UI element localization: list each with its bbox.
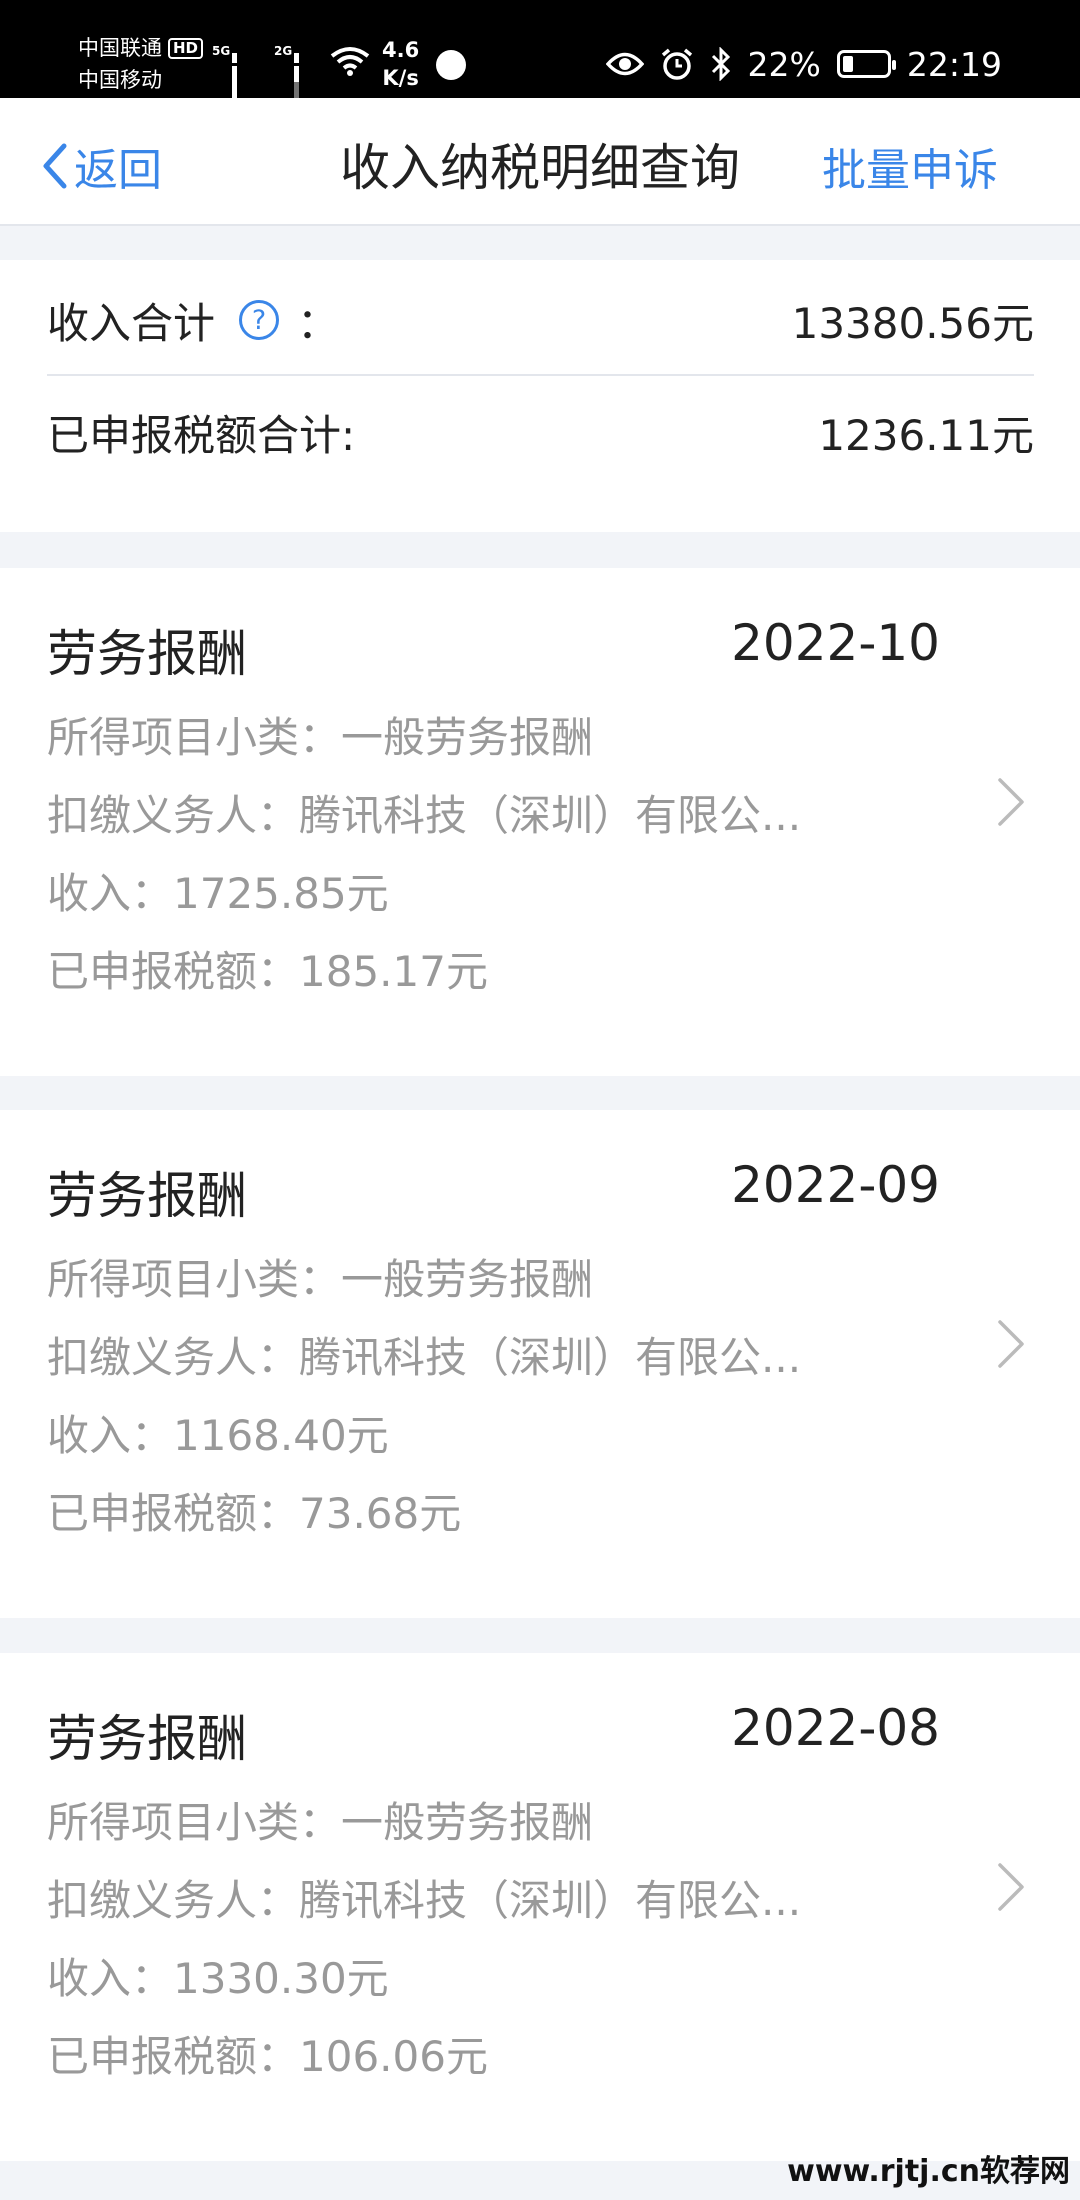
record-withholder: 扣缴义务人：腾讯科技（深圳）有限公... xyxy=(47,791,802,840)
income-total-row: 收入合计 ? ： 13380.56元 xyxy=(47,266,1034,376)
summary-panel: 收入合计 ? ： 13380.56元 已申报税额合计: 1236.11元 xyxy=(0,260,1080,532)
income-record-card[interactable]: 劳务报酬 2022-09 所得项目小类：一般劳务报酬 扣缴义务人：腾讯科技（深圳… xyxy=(0,1110,1080,1618)
record-income: 收入：1725.85元 xyxy=(47,869,389,918)
tax-total-label: 已申报税额合计: xyxy=(47,410,356,460)
record-type: 劳务报酬 xyxy=(47,1167,247,1225)
record-month: 2022-08 xyxy=(731,1699,940,1757)
tax-total-row: 已申报税额合计: 1236.11元 xyxy=(47,378,1034,486)
record-income: 收入：1330.30元 xyxy=(47,1954,389,2003)
watermark: www.rjtj.cn软荐网 xyxy=(787,2154,1070,2189)
network-type-1: 5G xyxy=(212,44,231,58)
chevron-right-icon xyxy=(998,1320,1024,1368)
income-record-card[interactable]: 劳务报酬 2022-08 所得项目小类：一般劳务报酬 扣缴义务人：腾讯科技（深圳… xyxy=(0,1653,1080,2161)
record-tax: 已申报税额：106.06元 xyxy=(47,2032,488,2081)
wifi-icon xyxy=(330,47,370,76)
record-withholder: 扣缴义务人：腾讯科技（深圳）有限公... xyxy=(47,1876,802,1925)
chevron-right-icon xyxy=(998,778,1024,826)
network-speed: 4.6 K/s xyxy=(382,38,420,90)
network-type-2: 2G xyxy=(274,44,293,58)
record-tax: 已申报税额：185.17元 xyxy=(47,947,488,996)
bluetooth-icon xyxy=(711,47,730,81)
record-type: 劳务报酬 xyxy=(47,625,247,683)
browser-icon xyxy=(436,50,466,80)
alarm-icon xyxy=(661,48,692,80)
record-withholder: 扣缴义务人：腾讯科技（深圳）有限公... xyxy=(47,1333,802,1382)
record-month: 2022-10 xyxy=(731,614,940,672)
record-subcategory: 所得项目小类：一般劳务报酬 xyxy=(47,1798,594,1847)
help-icon[interactable]: ? xyxy=(239,300,280,340)
status-bar: 中国联通 HD 中国移动 5G 2G 4.6 K/s 22% 22:19 xyxy=(0,0,1080,132)
chevron-right-icon xyxy=(998,1863,1024,1911)
income-total-value: 13380.56元 xyxy=(791,298,1034,348)
back-button[interactable]: 返回 xyxy=(40,134,162,198)
eye-icon xyxy=(605,52,644,76)
chevron-left-icon xyxy=(43,143,67,189)
back-label: 返回 xyxy=(74,145,162,196)
carrier-2: 中国移动 xyxy=(78,68,162,92)
record-tax: 已申报税额：73.68元 xyxy=(47,1489,462,1538)
hd-badge: HD xyxy=(168,38,204,59)
nav-bar: 返回 收入纳税明细查询 批量申诉 xyxy=(0,98,1080,226)
record-income: 收入：1168.40元 xyxy=(47,1411,389,1460)
carrier-info: 中国联通 HD 中国移动 xyxy=(78,32,204,96)
income-total-colon: ： xyxy=(297,298,340,348)
record-month: 2022-09 xyxy=(731,1156,940,1214)
tax-total-value: 1236.11元 xyxy=(818,410,1034,460)
record-subcategory: 所得项目小类：一般劳务报酬 xyxy=(47,1255,594,1304)
income-total-label: 收入合计 xyxy=(47,298,216,348)
record-subcategory: 所得项目小类：一般劳务报酬 xyxy=(47,713,594,762)
record-type: 劳务报酬 xyxy=(47,1710,247,1768)
clock: 22:19 xyxy=(906,44,1002,84)
battery-percent: 22% xyxy=(747,44,821,84)
battery-icon xyxy=(836,50,896,78)
income-record-card[interactable]: 劳务报酬 2022-10 所得项目小类：一般劳务报酬 扣缴义务人：腾讯科技（深圳… xyxy=(0,568,1080,1076)
batch-appeal-button[interactable]: 批量申诉 xyxy=(822,134,998,198)
carrier-1: 中国联通 xyxy=(78,36,162,60)
